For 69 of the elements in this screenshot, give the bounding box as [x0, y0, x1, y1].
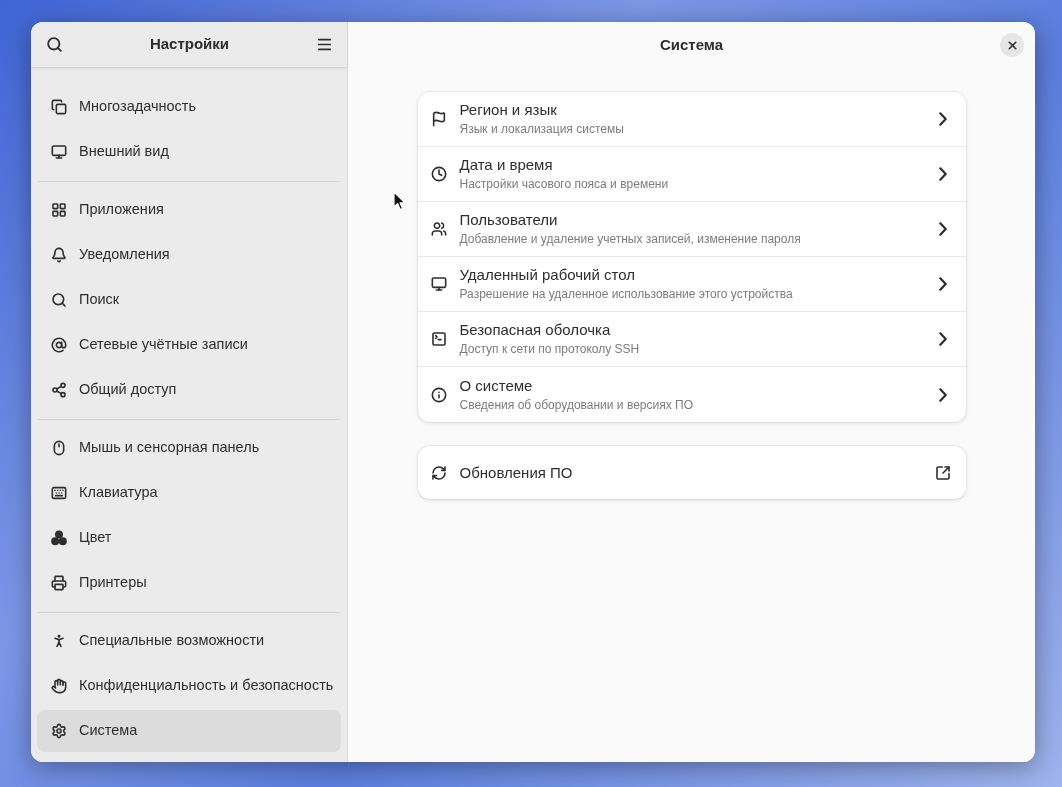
settings-row[interactable]: Регион и язык Язык и локализация системы [417, 92, 966, 147]
sidebar-item[interactable]: Конфиденциальность и безопасность [37, 665, 341, 707]
settings-row[interactable]: Пользователи Добавление и удаление учетных записей, изменение пароля [417, 202, 966, 257]
row-subtitle: Настройки часового пояса и времени [459, 177, 670, 192]
person-icon [51, 633, 67, 649]
close-icon [1005, 38, 1019, 52]
info-icon [430, 386, 447, 403]
settings-row[interactable]: Удаленный рабочий стол Разрешение на удаленное использование этого устройства [417, 257, 966, 312]
settings-row[interactable]: Обновления ПО [417, 446, 966, 499]
sidebar-item[interactable]: Общий доступ [37, 369, 341, 411]
sidebar-item[interactable]: Мышь и сенсорная панель [37, 427, 341, 469]
menu-icon [316, 36, 334, 53]
sidebar-item[interactable]: Клавиатура [37, 472, 341, 514]
settings-row[interactable]: Безопасная оболочка Доступ к сети по протоколу SSH [417, 312, 966, 367]
monitor-icon [51, 144, 67, 160]
chevron-right-icon [938, 167, 947, 181]
sidebar-item[interactable]: Уведомления [37, 234, 341, 276]
page-title: Система [659, 34, 724, 55]
sidebar-item[interactable]: Система [37, 710, 341, 752]
search-icon [45, 36, 63, 53]
row-subtitle: Добавление и удаление учетных записей, изменение пароля [459, 232, 802, 247]
chevron-right-icon [938, 387, 947, 402]
users-icon [430, 221, 447, 237]
printer-icon [51, 575, 67, 591]
overlapping-squares-icon [51, 99, 67, 115]
terminal-icon [430, 331, 447, 347]
at-sign-icon [51, 337, 67, 353]
close-button[interactable] [1000, 33, 1024, 57]
chevron-right-icon [938, 332, 947, 346]
mouse-icon [51, 440, 67, 456]
row-subtitle: Доступ к сети по протоколу SSH [459, 342, 641, 357]
grid-icon [51, 202, 67, 218]
circles-icon [51, 530, 67, 546]
sidebar-title: Настройки [149, 34, 230, 55]
sidebar-item[interactable]: Внешний вид [37, 131, 341, 173]
chevron-right-icon [938, 277, 947, 291]
sidebar-item[interactable]: Многозадачность [37, 86, 341, 128]
gear-icon [51, 723, 67, 739]
row-title: Пользователи [459, 211, 559, 229]
row-subtitle: Сведения об оборудовании и версиях ПО [459, 397, 694, 413]
settings-row[interactable]: Дата и время Настройки часового пояса и времени [417, 147, 966, 202]
share-icon [51, 382, 67, 398]
row-title: О системе [459, 376, 534, 395]
row-title: Безопасная оболочка [459, 321, 612, 339]
hand-icon [51, 678, 67, 694]
bell-icon [51, 247, 67, 263]
chevron-right-icon [938, 112, 947, 126]
sidebar-item[interactable]: Принтеры [37, 562, 341, 604]
settings-row[interactable]: О системе Сведения об оборудовании и версиях ПО [417, 367, 966, 422]
search-icon [51, 292, 67, 308]
sidebar-item[interactable]: Поиск [37, 279, 341, 321]
sidebar-item[interactable]: Сетевые учётные записи [37, 324, 341, 366]
row-title: Регион и язык [459, 101, 558, 119]
row-title: Дата и время [459, 156, 554, 174]
sidebar-item[interactable]: Специальные возможности [37, 620, 341, 662]
row-subtitle: Язык и локализация системы [459, 122, 625, 137]
sidebar-item[interactable]: Цвет [37, 517, 341, 559]
mouse-pointer-icon [393, 191, 406, 211]
keyboard-icon [51, 485, 67, 501]
monitor-icon [430, 276, 447, 292]
sidebar-item[interactable]: Приложения [37, 189, 341, 231]
row-title: Удаленный рабочий стол [459, 266, 636, 284]
refresh-icon [430, 464, 447, 481]
external-link-icon [934, 464, 951, 481]
row-title: Обновления ПО [459, 463, 574, 482]
flag-icon [430, 111, 447, 127]
row-subtitle: Разрешение на удаленное использование этого устройства [459, 287, 794, 302]
chevron-right-icon [938, 222, 947, 236]
clock-icon [430, 166, 447, 182]
